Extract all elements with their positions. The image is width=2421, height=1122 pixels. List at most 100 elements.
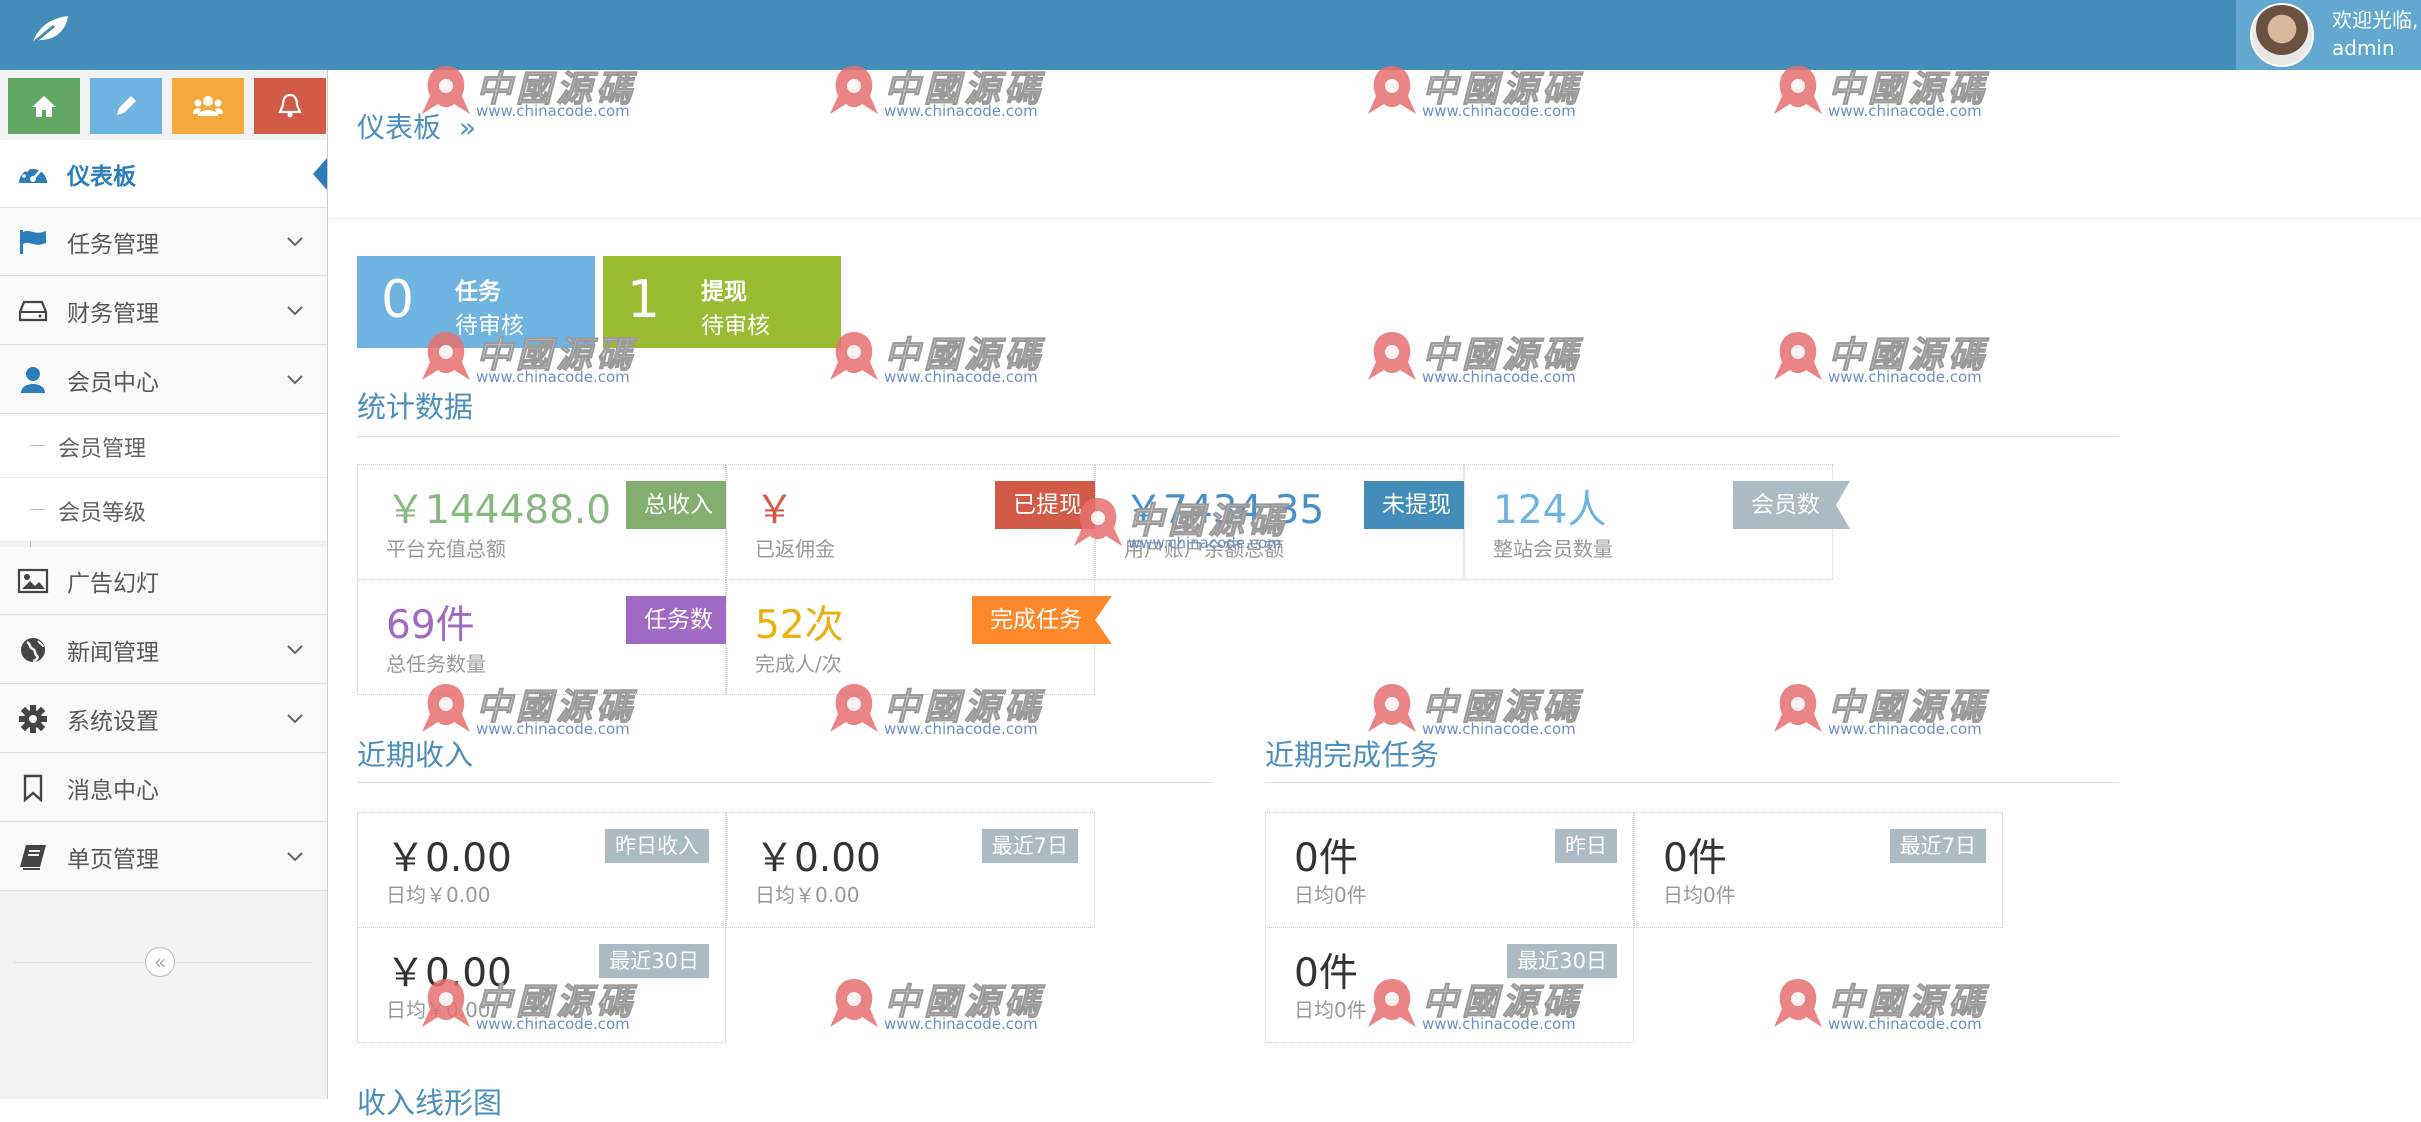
main-content: 仪表板 » 0 任务 待审核 1 提现 待审核 统计数据 ￥144488.0 平台充… bbox=[329, 70, 2421, 1120]
globe-icon bbox=[16, 633, 50, 667]
stat-description: 整站会员数量 bbox=[1493, 537, 1613, 561]
income-card: ￥0.00 日均￥0.00 最近30日 bbox=[357, 927, 726, 1043]
bookmark-icon bbox=[16, 771, 50, 805]
sidebar-item-settings[interactable]: 系统设置 bbox=[0, 685, 327, 753]
bell-shortcut-button[interactable] bbox=[254, 78, 326, 134]
pencil-shortcut-button[interactable] bbox=[90, 78, 162, 134]
sidebar-item-members[interactable]: 会员中心 bbox=[0, 346, 327, 414]
sidebar: 仪表板 任务管理 财务管理 会员中心 会员管理 会员等级 广告幻灯 新闻管理 系… bbox=[0, 70, 328, 1099]
user-icon bbox=[16, 363, 50, 397]
income-value: ￥0.00 bbox=[386, 951, 512, 996]
top-navbar: 欢迎光临, admin bbox=[0, 0, 2421, 70]
bell-icon bbox=[278, 93, 302, 118]
stat-value: 124人 bbox=[1493, 488, 1607, 533]
stats-section-title: 统计数据 bbox=[357, 390, 474, 424]
tasks-card: 0件 日均0件 昨日 bbox=[1265, 812, 1634, 928]
username: admin bbox=[2332, 36, 2395, 60]
income-card: ￥0.00 日均￥0.00 昨日收入 bbox=[357, 812, 726, 928]
period-badge: 最近30日 bbox=[1507, 944, 1617, 978]
income-value: ￥0.00 bbox=[755, 836, 881, 881]
welcome-label: 欢迎光临, bbox=[2332, 8, 2419, 32]
breadcrumb: 仪表板 » bbox=[357, 106, 476, 146]
sidebar-item-messages[interactable]: 消息中心 bbox=[0, 754, 327, 822]
tasks-section-title: 近期完成任务 bbox=[1265, 738, 1440, 772]
period-badge: 昨日 bbox=[1555, 829, 1617, 863]
pencil-icon bbox=[117, 96, 136, 115]
sidebar-item-tasks[interactable]: 任务管理 bbox=[0, 208, 327, 276]
divider bbox=[357, 782, 1213, 783]
period-badge: 最近7日 bbox=[981, 829, 1078, 863]
stat-description: 已返佣金 bbox=[755, 537, 835, 561]
stat-value: ￥ bbox=[755, 488, 795, 533]
sidebar-item-dashboard[interactable]: 仪表板 bbox=[0, 140, 327, 208]
users-icon bbox=[193, 96, 223, 116]
stat-card: 124人整站会员数量 会员数 bbox=[1464, 464, 1850, 580]
stat-card: 52次 完成人/次 完成任务 bbox=[726, 579, 1112, 695]
stat-description: 总任务数量 bbox=[386, 652, 486, 676]
stat-description: 平台充值总额 bbox=[386, 537, 506, 561]
chevron-down-icon bbox=[287, 713, 303, 723]
period-badge: 昨日收入 bbox=[605, 829, 709, 863]
chart-section-title: 收入线形图 bbox=[357, 1086, 503, 1120]
infobox-title: 提现 bbox=[701, 279, 747, 305]
collapse-sidebar-button[interactable]: « bbox=[145, 947, 175, 977]
tree-branch bbox=[30, 445, 44, 446]
sidebar-item-label: 消息中心 bbox=[67, 777, 159, 804]
income-section-title: 近期收入 bbox=[357, 738, 474, 772]
sidebar-subitem-member-levels[interactable]: 会员等级 bbox=[0, 478, 327, 542]
tasks-average: 日均0件 bbox=[1294, 998, 1367, 1022]
sidebar-item-pages[interactable]: 单页管理 bbox=[0, 823, 327, 891]
sidebar-subitem-member-management[interactable]: 会员管理 bbox=[0, 414, 327, 478]
sidebar-item-finance[interactable]: 财务管理 bbox=[0, 277, 327, 345]
infobox-number: 1 bbox=[627, 270, 661, 330]
sidebar-item-label: 会员中心 bbox=[67, 369, 159, 396]
period-badge: 最近30日 bbox=[599, 944, 709, 978]
book-icon bbox=[16, 840, 50, 874]
chevron-down-icon bbox=[287, 644, 303, 654]
sidebar-item-ads[interactable]: 广告幻灯 bbox=[0, 547, 327, 615]
stat-value: 52次 bbox=[755, 603, 844, 648]
flag-icon bbox=[16, 225, 50, 259]
stat-ribbon-label: 会员数 bbox=[1733, 481, 1850, 529]
stat-description: 完成人/次 bbox=[755, 652, 842, 676]
sidebar-item-news[interactable]: 新闻管理 bbox=[0, 616, 327, 684]
chevron-down-icon bbox=[287, 305, 303, 315]
tasks-average: 日均0件 bbox=[1663, 883, 1736, 907]
user-menu[interactable]: 欢迎光临, admin bbox=[2236, 0, 2421, 70]
dashboard-icon bbox=[16, 157, 50, 191]
sidebar-subitem-label: 会员管理 bbox=[58, 437, 147, 462]
pending-withdrawals-infobox[interactable]: 1 提现 待审核 bbox=[603, 256, 841, 348]
income-average: 日均￥0.00 bbox=[386, 883, 491, 907]
sidebar-item-label: 系统设置 bbox=[67, 708, 159, 735]
stat-value: ￥144488.0 bbox=[386, 488, 612, 533]
chevron-down-icon bbox=[287, 374, 303, 384]
leaf-logo-icon[interactable] bbox=[28, 12, 72, 48]
income-average: 日均￥0.00 bbox=[386, 998, 491, 1022]
chevron-down-icon bbox=[287, 236, 303, 246]
active-pointer-icon bbox=[313, 158, 327, 190]
users-shortcut-button[interactable] bbox=[172, 78, 244, 134]
stat-value: 69件 bbox=[386, 603, 475, 648]
sidebar-item-label: 仪表板 bbox=[67, 163, 136, 190]
page-title: 仪表板 bbox=[357, 111, 442, 144]
home-shortcut-button[interactable] bbox=[8, 78, 80, 134]
tasks-value: 0件 bbox=[1294, 836, 1358, 881]
stat-description: 用户账户余额总额 bbox=[1124, 537, 1284, 561]
hdd-icon bbox=[16, 294, 50, 328]
sidebar-item-label: 广告幻灯 bbox=[67, 570, 159, 597]
divider bbox=[329, 218, 2421, 219]
welcome-text: 欢迎光临, admin bbox=[2332, 6, 2418, 62]
avatar[interactable] bbox=[2250, 3, 2314, 67]
picture-icon bbox=[16, 564, 50, 598]
divider bbox=[1265, 782, 2119, 783]
tasks-value: 0件 bbox=[1663, 836, 1727, 881]
infobox-number: 0 bbox=[381, 270, 415, 330]
stat-card: ￥144488.0 平台充值总额 总收入 bbox=[357, 464, 743, 580]
income-value: ￥0.00 bbox=[386, 836, 512, 881]
stat-card: 69件 总任务数量 任务数 bbox=[357, 579, 743, 695]
sidebar-subitem-label: 会员等级 bbox=[58, 501, 147, 526]
tasks-average: 日均0件 bbox=[1294, 883, 1367, 907]
pending-tasks-infobox[interactable]: 0 任务 待审核 bbox=[357, 256, 595, 348]
period-badge: 最近7日 bbox=[1889, 829, 1986, 863]
sidebar-item-label: 任务管理 bbox=[67, 231, 159, 258]
